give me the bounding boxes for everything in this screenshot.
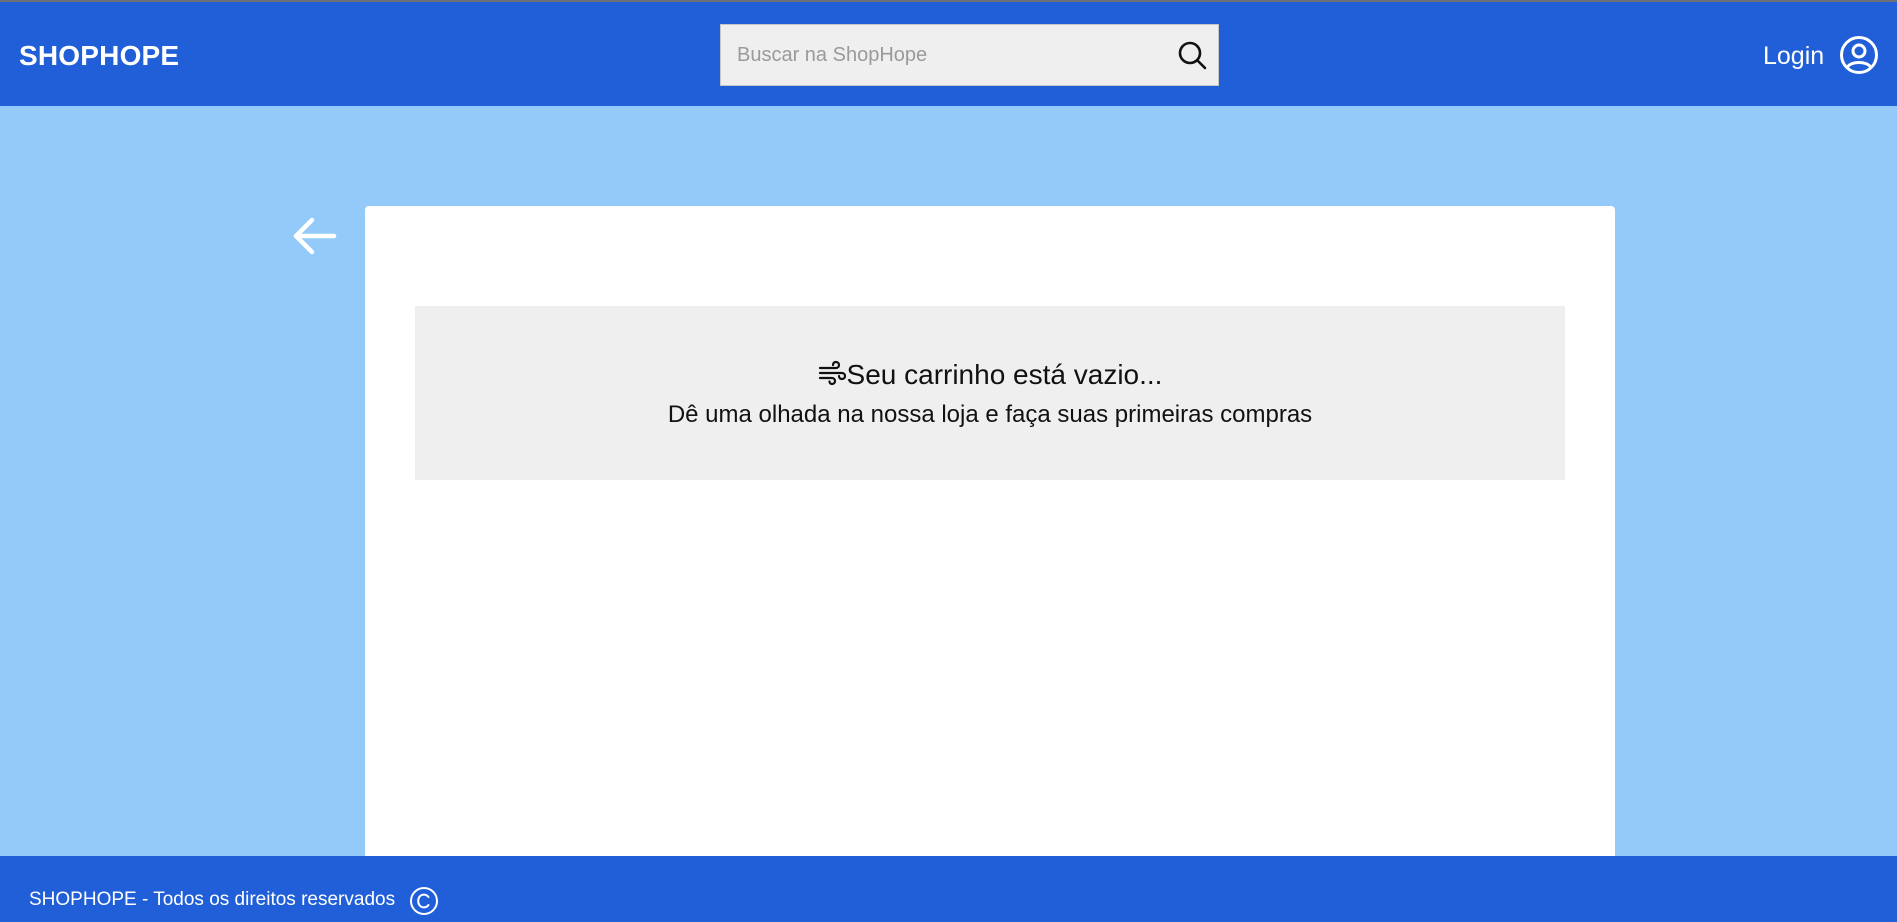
empty-cart-title-text: Seu carrinho está vazio... xyxy=(846,359,1163,390)
wind-icon xyxy=(818,360,846,386)
empty-cart-title: Seu carrinho está vazio... xyxy=(415,358,1565,392)
search-icon[interactable] xyxy=(1176,39,1208,71)
empty-cart-subtitle: Dê uma olhada na nossa loja e faça suas … xyxy=(667,401,1313,428)
search-bar xyxy=(720,24,1219,86)
login-link[interactable]: Login xyxy=(1763,39,1824,73)
cart-card: Seu carrinho está vazio... Dê uma olhada… xyxy=(365,206,1615,856)
empty-cart-message: Seu carrinho está vazio... Dê uma olhada… xyxy=(415,306,1565,480)
copyright-icon xyxy=(410,887,438,915)
arrow-left-icon[interactable] xyxy=(290,212,338,260)
search-input[interactable] xyxy=(721,25,1151,85)
footer-copyright-text: SHOPHOPE - Todos os direitos reservados xyxy=(29,889,396,910)
brand-logo[interactable]: SHOPHOPE xyxy=(19,39,179,73)
user-circle-icon[interactable] xyxy=(1839,35,1879,75)
footer: SHOPHOPE - Todos os direitos reservados xyxy=(0,856,1897,922)
top-navbar: SHOPHOPE Login xyxy=(0,2,1897,106)
